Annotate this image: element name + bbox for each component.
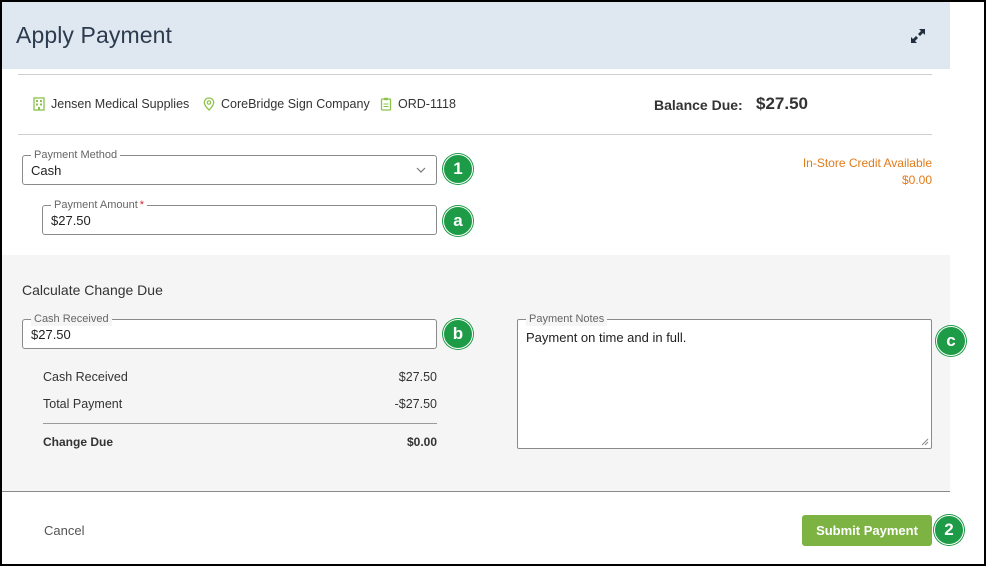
store-credit-label: In-Store Credit Available	[802, 156, 932, 170]
annotation-marker-b: b	[443, 319, 473, 349]
payment-method-select[interactable]: Payment Method Cash	[22, 148, 437, 185]
summary-value: $0.00	[406, 435, 437, 449]
company-info: Jensen Medical Supplies	[33, 97, 189, 111]
order-number: ORD-1118	[398, 97, 456, 111]
summary-label: Change Due	[43, 435, 114, 449]
payment-method-label: Payment Method	[31, 148, 121, 162]
apply-payment-dialog: Apply Payment Jensen Medical Supplies Co…	[2, 2, 950, 564]
divider-top	[18, 74, 932, 75]
cash-received-input[interactable]: Cash Received $27.50	[22, 312, 437, 349]
balance-due-value: $27.50	[756, 94, 808, 113]
summary-label: Total Payment	[43, 397, 123, 411]
divider-info	[18, 134, 932, 135]
location-name: CoreBridge Sign Company	[221, 97, 370, 111]
calculate-change-title: Calculate Change Due	[22, 282, 163, 298]
resize-handle-icon[interactable]	[921, 438, 929, 446]
payment-method-value: Cash	[31, 163, 62, 178]
summary-value: $27.50	[398, 370, 437, 384]
cash-received-label: Cash Received	[31, 312, 112, 326]
annotation-marker-1: 1	[443, 154, 473, 184]
clipboard-icon	[380, 97, 392, 111]
annotation-marker-c: c	[936, 326, 966, 356]
cancel-button[interactable]: Cancel	[44, 523, 84, 538]
payment-amount-label-text: Payment Amount	[54, 199, 138, 211]
balance-due-label: Balance Due:	[654, 97, 743, 113]
building-icon	[33, 97, 45, 111]
footer-divider	[2, 491, 950, 492]
company-name: Jensen Medical Supplies	[51, 97, 190, 111]
submit-payment-button[interactable]: Submit Payment	[802, 515, 932, 546]
outside-area	[950, 2, 984, 564]
order-info: ORD-1118	[380, 97, 456, 111]
summary-label: Cash Received	[43, 370, 128, 384]
location-info: CoreBridge Sign Company	[203, 97, 370, 111]
chevron-down-icon	[416, 167, 426, 173]
expand-icon[interactable]	[908, 26, 928, 46]
required-mark: *	[139, 199, 145, 211]
store-credit-value: $0.00	[901, 173, 932, 187]
dialog-title: Apply Payment	[16, 22, 172, 48]
summary-value: -$27.50	[394, 397, 437, 411]
map-pin-icon	[203, 97, 215, 111]
summary-divider	[43, 423, 437, 424]
cash-received-value: $27.50	[31, 327, 71, 342]
dialog-header: Apply Payment	[2, 2, 950, 69]
payment-notes-label: Payment Notes	[526, 312, 608, 326]
payment-notes-value: Payment on time and in full.	[526, 330, 687, 345]
payment-notes-textarea[interactable]: Payment Notes Payment on time and in ful…	[517, 312, 932, 449]
annotation-marker-2: 2	[934, 515, 964, 545]
payment-amount-label: Payment Amount *	[51, 198, 148, 212]
annotation-marker-a: a	[443, 206, 473, 236]
payment-amount-value: $27.50	[51, 213, 91, 228]
payment-amount-input[interactable]: Payment Amount * $27.50	[42, 198, 437, 235]
